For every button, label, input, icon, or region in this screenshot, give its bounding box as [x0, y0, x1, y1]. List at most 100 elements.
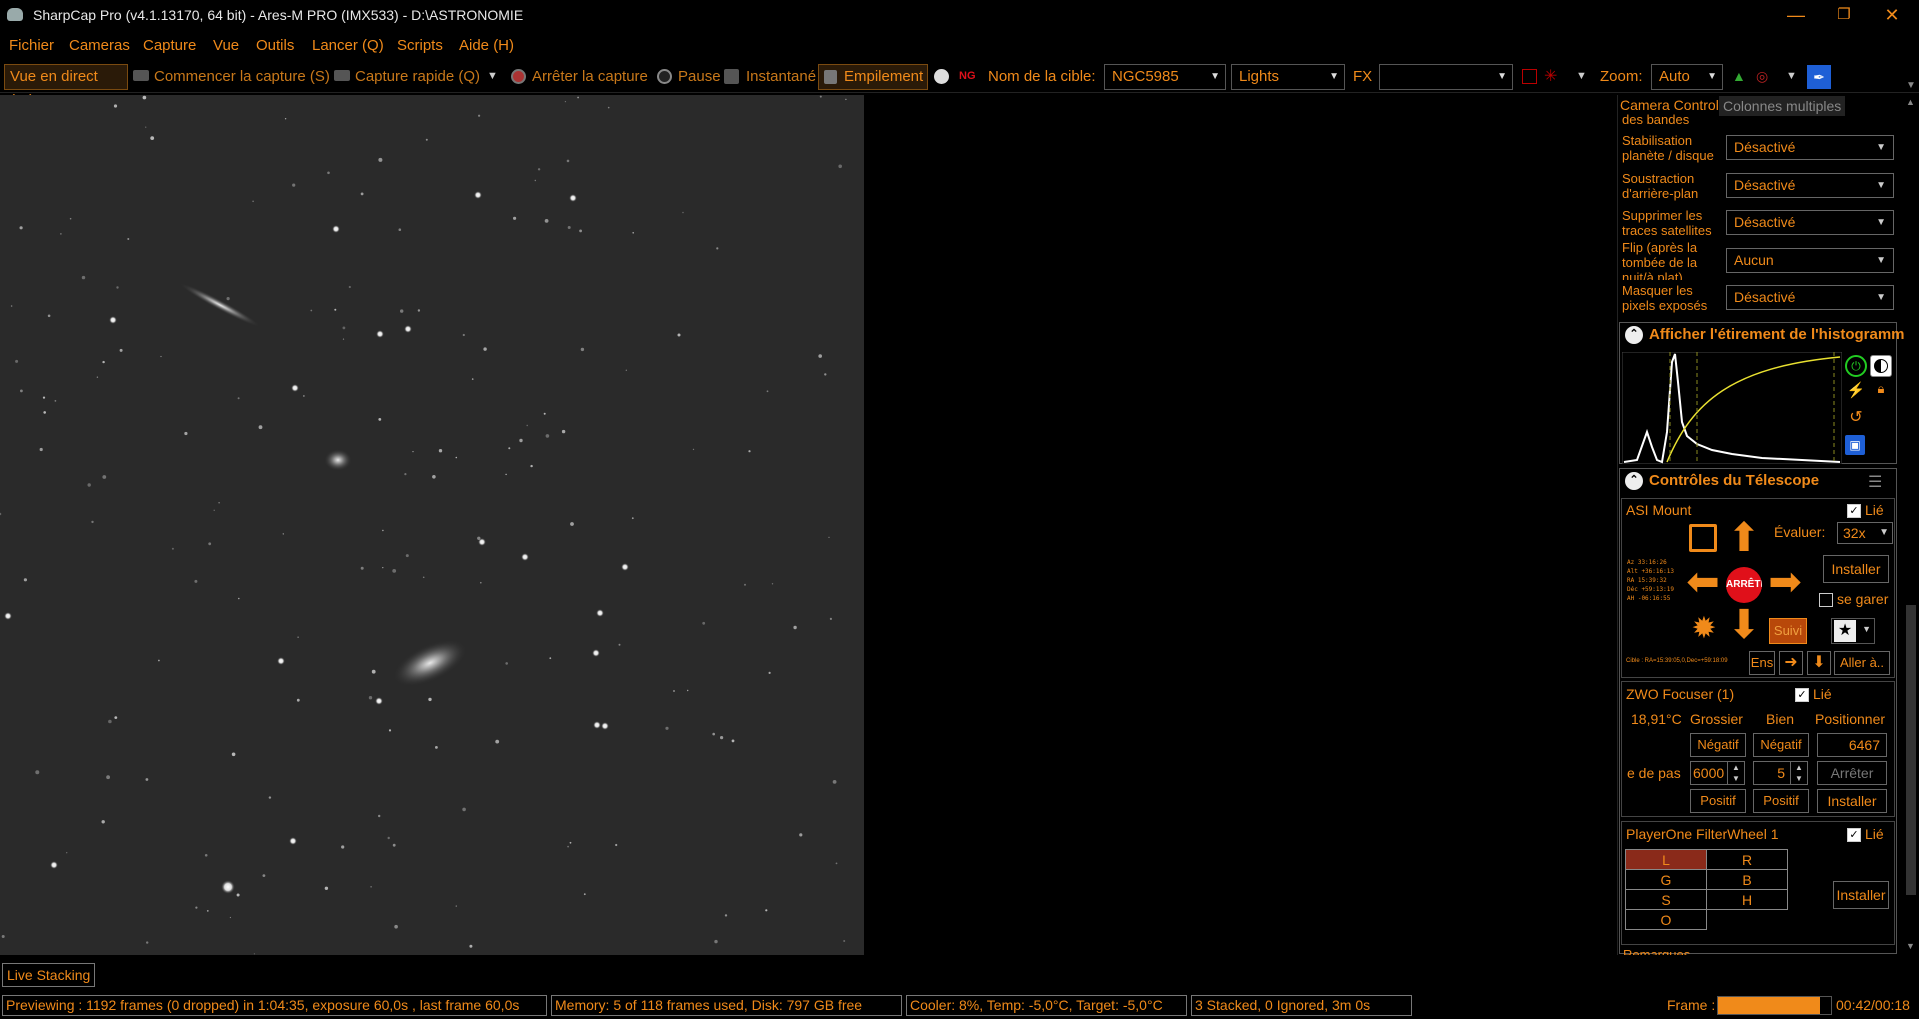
- pin-icon[interactable]: ✒: [1807, 65, 1831, 89]
- pause-button[interactable]: Pause: [678, 66, 721, 89]
- scroll-up-icon[interactable]: ▲: [1906, 97, 1915, 107]
- right-step-icon[interactable]: ➜: [1779, 651, 1803, 675]
- menu-icon[interactable]: ☰: [1868, 472, 1882, 492]
- camera-image-view[interactable]: [0, 95, 864, 955]
- menu-tools[interactable]: Outils: [256, 37, 294, 54]
- focuser-install-button[interactable]: Installer: [1817, 789, 1887, 813]
- satellite-trails-select[interactable]: Désactivé ▼: [1726, 210, 1894, 235]
- tracking-button[interactable]: Suivi: [1769, 618, 1807, 644]
- power-icon[interactable]: ⏻: [1845, 355, 1867, 377]
- faint-star: [829, 617, 833, 621]
- filter-g[interactable]: G: [1625, 869, 1707, 890]
- stop-capture-button[interactable]: Arrêter la capture: [532, 66, 648, 89]
- coarse-negative-button[interactable]: Négatif: [1690, 733, 1746, 757]
- west-arrow-icon[interactable]: ⬅: [1684, 562, 1722, 603]
- ngc-icon[interactable]: NG: [959, 66, 976, 89]
- tools-chevron-icon[interactable]: ▼: [1786, 66, 1797, 89]
- menu-capture[interactable]: Capture: [143, 37, 196, 54]
- scroll-down-icon[interactable]: ▼: [1906, 941, 1915, 951]
- reset-icon[interactable]: ↺: [1845, 407, 1867, 429]
- lock-icon[interactable]: 🔒︎: [1870, 381, 1892, 403]
- menu-launch[interactable]: Lancer (Q): [312, 37, 384, 54]
- filter-l[interactable]: L: [1625, 849, 1707, 870]
- position-input[interactable]: 6467: [1817, 733, 1887, 757]
- north-arrow-icon[interactable]: ⬆: [1725, 518, 1763, 559]
- histogram-chart[interactable]: [1622, 352, 1842, 464]
- menu-scripts[interactable]: Scripts: [397, 37, 443, 54]
- target-icon[interactable]: ◎: [1756, 66, 1768, 89]
- minimize-button[interactable]: —: [1776, 4, 1816, 26]
- stepper-icon[interactable]: ▲ ▼: [1727, 762, 1744, 784]
- reticle-chevron-icon[interactable]: ▼: [1576, 66, 1587, 89]
- fine-step-input[interactable]: 5 ▲ ▼: [1753, 761, 1808, 785]
- stacking-button[interactable]: Empilement: [818, 64, 928, 90]
- star: [601, 722, 609, 730]
- collapse-icon[interactable]: ⌃: [1625, 326, 1643, 345]
- scrollbar-thumb[interactable]: [1906, 605, 1916, 895]
- mount-target-line: Cible : RA=15:39:05,0,Dec=+59:18:09: [1626, 658, 1728, 664]
- zoom-select[interactable]: Auto ▼: [1651, 64, 1723, 90]
- faint-star: [766, 390, 769, 393]
- target-name-select[interactable]: NGC5985 ▼: [1104, 64, 1226, 90]
- east-arrow-icon[interactable]: ➡: [1766, 562, 1804, 603]
- down-step-icon[interactable]: ⬇: [1807, 651, 1831, 675]
- save-icon[interactable]: ▣: [1845, 435, 1865, 455]
- fine-negative-button[interactable]: Négatif: [1753, 733, 1809, 757]
- histogram-icon[interactable]: ▲: [1732, 66, 1746, 89]
- filter-o[interactable]: O: [1625, 909, 1707, 930]
- lightning-icon[interactable]: ⚡: [1845, 381, 1867, 403]
- start-capture-button[interactable]: Commencer la capture (S): [154, 66, 330, 89]
- histogram-header[interactable]: ⌃ Afficher l'étirement de l'histogramm: [1625, 326, 1905, 348]
- sun-target-icon[interactable]: ✹: [1689, 614, 1719, 645]
- stabilization-select[interactable]: Désactivé ▼: [1726, 135, 1894, 160]
- stop-mount-button[interactable]: ARRÊTE: [1726, 567, 1762, 603]
- menu-file[interactable]: Fichier: [9, 37, 54, 54]
- telescope-header[interactable]: ⌃ Contrôles du Télescope: [1625, 472, 1819, 494]
- close-button[interactable]: ✕: [1872, 4, 1912, 26]
- coarse-step-input[interactable]: 6000 ▲ ▼: [1690, 761, 1745, 785]
- rate-select[interactable]: 32x ▼: [1837, 522, 1893, 544]
- mount-linked-checkbox[interactable]: ✓ Lié: [1847, 502, 1884, 519]
- roi-icon[interactable]: [1522, 69, 1537, 84]
- panel-scrollbar[interactable]: ▲ ▼: [1902, 95, 1919, 955]
- background-subtraction-select[interactable]: Désactivé ▼: [1726, 173, 1894, 198]
- quick-capture-chevron-icon[interactable]: ▼: [487, 66, 498, 89]
- faint-star: [744, 583, 746, 586]
- spiral-search-icon[interactable]: [1689, 524, 1717, 552]
- frame-type-select[interactable]: Lights ▼: [1231, 64, 1345, 90]
- collapse-icon[interactable]: ⌃: [1625, 472, 1643, 491]
- mask-pixels-select[interactable]: Désactivé ▼: [1726, 285, 1894, 310]
- filter-h[interactable]: H: [1706, 889, 1788, 910]
- faint-star: [712, 732, 715, 736]
- ens-button[interactable]: Ens: [1749, 651, 1775, 675]
- goto-button[interactable]: Aller à..: [1834, 651, 1890, 675]
- flip-select[interactable]: Aucun ▼: [1726, 248, 1894, 273]
- star-select[interactable]: ★ ▼: [1831, 618, 1875, 644]
- planet-icon[interactable]: [934, 69, 949, 84]
- park-checkbox[interactable]: se garer: [1819, 591, 1888, 608]
- maximize-button[interactable]: ❐: [1824, 4, 1864, 26]
- filter-b[interactable]: B: [1706, 869, 1788, 890]
- reticle-icon[interactable]: ✳: [1544, 66, 1557, 89]
- tab-multi-columns[interactable]: Colonnes multiples: [1719, 96, 1846, 116]
- menu-help[interactable]: Aide (H): [459, 37, 514, 54]
- filter-r[interactable]: R: [1706, 849, 1788, 870]
- focuser-stop-button[interactable]: Arrêter: [1817, 761, 1887, 785]
- south-arrow-icon[interactable]: ⬇: [1725, 605, 1763, 646]
- fine-positive-button[interactable]: Positif: [1753, 789, 1809, 813]
- stepper-icon[interactable]: ▲ ▼: [1790, 762, 1807, 784]
- focuser-linked-checkbox[interactable]: ✓ Lié: [1795, 686, 1832, 703]
- quick-capture-button[interactable]: Capture rapide (Q): [355, 66, 480, 89]
- filterwheel-install-button[interactable]: Installer: [1833, 881, 1889, 909]
- mount-install-button[interactable]: Installer: [1823, 555, 1889, 583]
- contrast-icon[interactable]: [1870, 355, 1892, 377]
- snapshot-button[interactable]: Instantané: [746, 66, 816, 89]
- live-stacking-tab[interactable]: Live Stacking: [2, 963, 96, 987]
- live-view-button[interactable]: Vue en direct (W): [4, 64, 128, 109]
- menu-view[interactable]: Vue: [213, 37, 239, 54]
- filter-s[interactable]: S: [1625, 889, 1707, 910]
- filterwheel-linked-checkbox[interactable]: ✓ Lié: [1847, 826, 1884, 843]
- menu-cameras[interactable]: Cameras: [69, 37, 130, 54]
- coarse-positive-button[interactable]: Positif: [1690, 789, 1746, 813]
- fx-select[interactable]: ▼: [1379, 64, 1513, 90]
